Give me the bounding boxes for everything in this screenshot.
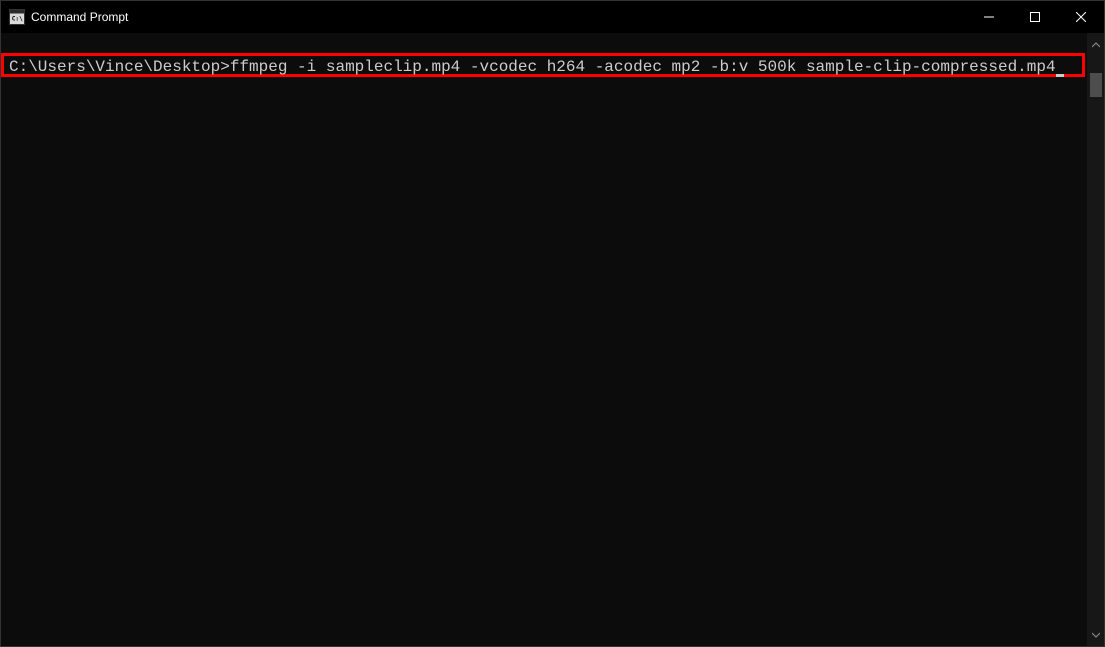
command-line: C:\Users\Vince\Desktop>ffmpeg -i samplec… xyxy=(9,58,1064,76)
titlebar[interactable]: C:\ Command Prompt xyxy=(1,1,1104,33)
scrollbar-track[interactable] xyxy=(1087,53,1104,626)
vertical-scrollbar[interactable] xyxy=(1087,33,1104,646)
minimize-button[interactable] xyxy=(966,1,1012,33)
close-icon xyxy=(1076,12,1086,22)
chevron-down-icon xyxy=(1092,631,1100,639)
window-controls xyxy=(966,1,1104,33)
prompt-text: C:\Users\Vince\Desktop> xyxy=(9,58,230,76)
command-text: ffmpeg -i sampleclip.mp4 -vcodec h264 -a… xyxy=(230,58,1056,76)
chevron-up-icon xyxy=(1092,41,1100,49)
minimize-icon xyxy=(984,12,994,22)
scroll-up-arrow[interactable] xyxy=(1087,36,1104,53)
app-icon: C:\ xyxy=(9,9,25,25)
cursor xyxy=(1056,74,1064,77)
maximize-button[interactable] xyxy=(1012,1,1058,33)
scroll-down-arrow[interactable] xyxy=(1087,626,1104,643)
window-title: Command Prompt xyxy=(31,10,128,24)
close-button[interactable] xyxy=(1058,1,1104,33)
command-prompt-window: C:\ Command Prompt xyxy=(0,0,1105,647)
content-area: C:\Users\Vince\Desktop>ffmpeg -i samplec… xyxy=(1,33,1104,646)
svg-text:C:\: C:\ xyxy=(12,16,23,23)
maximize-icon xyxy=(1030,12,1040,22)
terminal[interactable]: C:\Users\Vince\Desktop>ffmpeg -i samplec… xyxy=(1,33,1087,646)
scroll-thumb[interactable] xyxy=(1090,73,1102,97)
terminal-content: C:\Users\Vince\Desktop>ffmpeg -i samplec… xyxy=(9,57,1064,78)
